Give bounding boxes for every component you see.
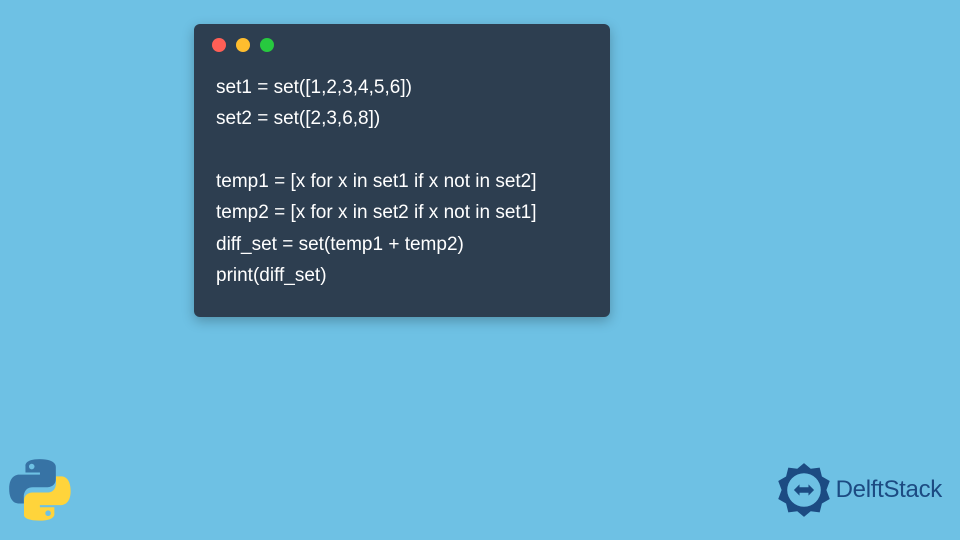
minimize-icon: [236, 38, 250, 52]
brand-name: DelftStack: [836, 476, 942, 504]
code-line: set1 = set([1,2,3,4,5,6]): [216, 72, 588, 103]
delftstack-badge-icon: [776, 462, 832, 518]
code-line: print(diff_set): [216, 260, 588, 291]
code-window: set1 = set([1,2,3,4,5,6]) set2 = set([2,…: [194, 24, 610, 317]
window-titlebar: [194, 24, 610, 66]
code-body: set1 = set([1,2,3,4,5,6]) set2 = set([2,…: [194, 66, 610, 317]
close-icon: [212, 38, 226, 52]
delftstack-logo: DelftStack: [776, 462, 942, 518]
code-line: [216, 135, 588, 166]
python-logo-icon: [8, 458, 72, 522]
code-line: temp2 = [x for x in set2 if x not in set…: [216, 197, 588, 228]
code-line: diff_set = set(temp1 + temp2): [216, 229, 588, 260]
maximize-icon: [260, 38, 274, 52]
code-line: temp1 = [x for x in set1 if x not in set…: [216, 166, 588, 197]
code-line: set2 = set([2,3,6,8]): [216, 103, 588, 134]
